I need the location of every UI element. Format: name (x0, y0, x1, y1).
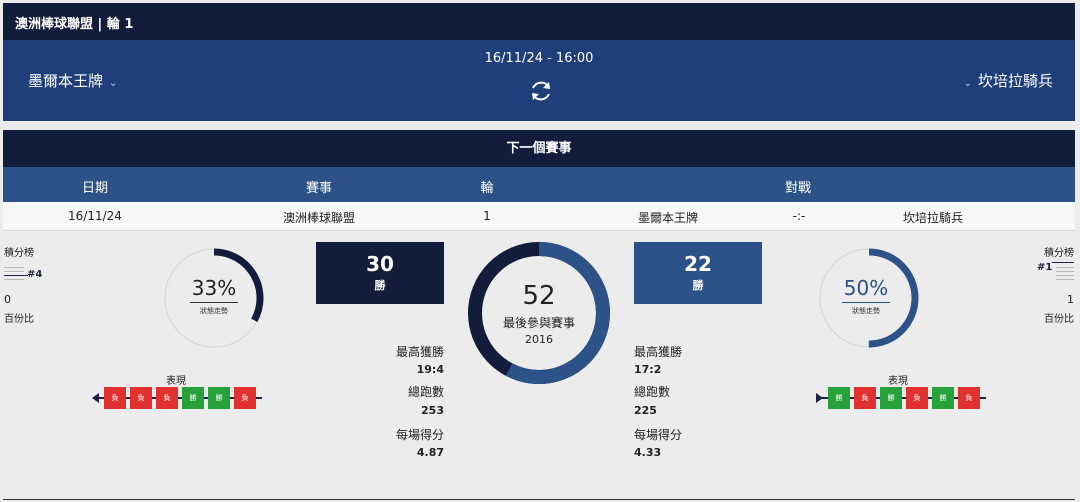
arrow-icon (92, 393, 99, 403)
form-result-loss: 負 (906, 387, 928, 409)
home-total-runs-label: 總跑數 (407, 385, 444, 399)
home-form-title: 表現 (166, 376, 186, 387)
home-rank: #4 (27, 269, 43, 280)
away-total-runs-label: 總跑數 (634, 385, 671, 399)
form-result-loss: 負 (234, 387, 256, 409)
away-standings-label: 積分榜 (1044, 248, 1074, 259)
form-result-win: 勝 (828, 387, 850, 409)
home-form-label: 33% 狀態走勢 (164, 276, 264, 316)
divider (1052, 262, 1074, 263)
form-result-loss: 負 (156, 387, 178, 409)
away-wins-value: 22 (684, 252, 712, 276)
away-max-win: 17:2 (634, 363, 662, 376)
row-away-team: 坎培拉騎兵 (902, 211, 964, 225)
away-avg-label: 每場得分 (634, 428, 683, 442)
home-avg: 4.87 (416, 446, 444, 459)
home-form-pct: 33% (191, 276, 237, 300)
home-wins-label: 勝 (374, 279, 386, 292)
home-wins-box: 30 勝 (316, 242, 444, 304)
away-form-pct: 50% (843, 276, 889, 300)
divider (4, 267, 24, 268)
away-team-selector[interactable]: ⌄ 坎培拉騎兵 (958, 70, 1053, 91)
home-standings-value: 0 (4, 293, 11, 306)
home-standings-label: 積分榜 (4, 248, 34, 259)
form-result-loss: 負 (958, 387, 980, 409)
away-form-label: 50% 狀態走勢 (816, 276, 916, 316)
row-round: 1 (483, 209, 491, 223)
home-form-sub: 狀態走勢 (200, 307, 228, 315)
home-total-runs: 253 (421, 404, 444, 417)
chevron-down-icon: ⌄ (963, 78, 972, 89)
away-pct-label: 百份比 (1044, 314, 1074, 325)
next-event-column-headers: 日期 賽事 輪 對戰 (3, 167, 1075, 202)
divider (4, 275, 28, 276)
home-max-win-label: 最高獲勝 (395, 345, 444, 359)
row-date: 16/11/24 (68, 209, 122, 223)
home-team-selector[interactable]: 墨爾本王牌 ⌄ (28, 70, 123, 91)
matches-total: 52 (522, 281, 556, 311)
next-event-heading: 下一個賽事 (3, 130, 1075, 167)
divider (1056, 271, 1074, 272)
matches-played-label: 52 最後參與賽事 2016 (489, 281, 589, 346)
away-total-runs: 225 (634, 404, 657, 417)
home-pct-label: 百份比 (4, 314, 34, 325)
home-form-strip: 負負負勝勝負 (92, 387, 272, 409)
home-avg-label: 每場得分 (395, 428, 444, 442)
refresh-icon[interactable] (528, 78, 554, 104)
away-team-name: 坎培拉騎兵 (977, 72, 1053, 90)
divider (3, 499, 1075, 500)
form-result-win: 勝 (182, 387, 204, 409)
row-score: -:- (792, 209, 806, 223)
home-wins-value: 30 (366, 252, 394, 276)
match-datetime: 16/11/24 - 16:00 (484, 51, 594, 66)
row-competition: 澳洲棒球聯盟 (282, 211, 356, 225)
home-team-name: 墨爾本王牌 (28, 72, 104, 90)
divider (4, 279, 24, 280)
away-form-title: 表現 (888, 376, 908, 387)
form-result-win: 勝 (208, 387, 230, 409)
away-max-win-label: 最高獲勝 (634, 345, 683, 359)
column-matchup: 對戰 (784, 181, 812, 196)
form-result-loss: 負 (104, 387, 126, 409)
divider (1056, 267, 1074, 268)
divider (842, 302, 890, 303)
away-rank: #1 (1037, 262, 1053, 273)
away-form-sub: 狀態走勢 (852, 307, 880, 315)
form-result-loss: 負 (854, 387, 876, 409)
next-event-row[interactable]: 16/11/24 澳洲棒球聯盟 1 墨爾本王牌 -:- 坎培拉騎兵 (3, 202, 1075, 231)
league-round-title: 澳洲棒球聯盟 | 輪 1 (15, 17, 134, 32)
away-avg: 4.33 (634, 446, 662, 459)
away-form-strip: 勝負勝負勝負 (816, 387, 996, 409)
form-result-win: 勝 (932, 387, 954, 409)
column-date: 日期 (81, 181, 109, 196)
chevron-down-icon: ⌄ (109, 78, 118, 89)
column-competition: 賽事 (305, 181, 333, 196)
divider (1056, 279, 1074, 280)
matches-year: 2016 (525, 333, 553, 346)
arrow-icon (816, 393, 823, 403)
column-round: 輪 (480, 181, 494, 196)
home-max-win: 19:4 (416, 363, 444, 376)
match-header: 墨爾本王牌 ⌄ 16/11/24 - 16:00 ⌄ 坎培拉騎兵 (3, 40, 1075, 121)
row-home-team: 墨爾本王牌 (637, 211, 699, 225)
divider (4, 271, 24, 272)
matches-caption: 最後參與賽事 (502, 316, 575, 330)
away-standings-value: 1 (1067, 293, 1074, 306)
form-result-win: 勝 (880, 387, 902, 409)
away-wins-box: 22 勝 (634, 242, 762, 304)
divider (190, 302, 238, 303)
top-bar: 澳洲棒球聯盟 | 輪 1 (3, 3, 1075, 40)
divider (1056, 275, 1074, 276)
form-result-loss: 負 (130, 387, 152, 409)
away-wins-label: 勝 (692, 279, 704, 292)
